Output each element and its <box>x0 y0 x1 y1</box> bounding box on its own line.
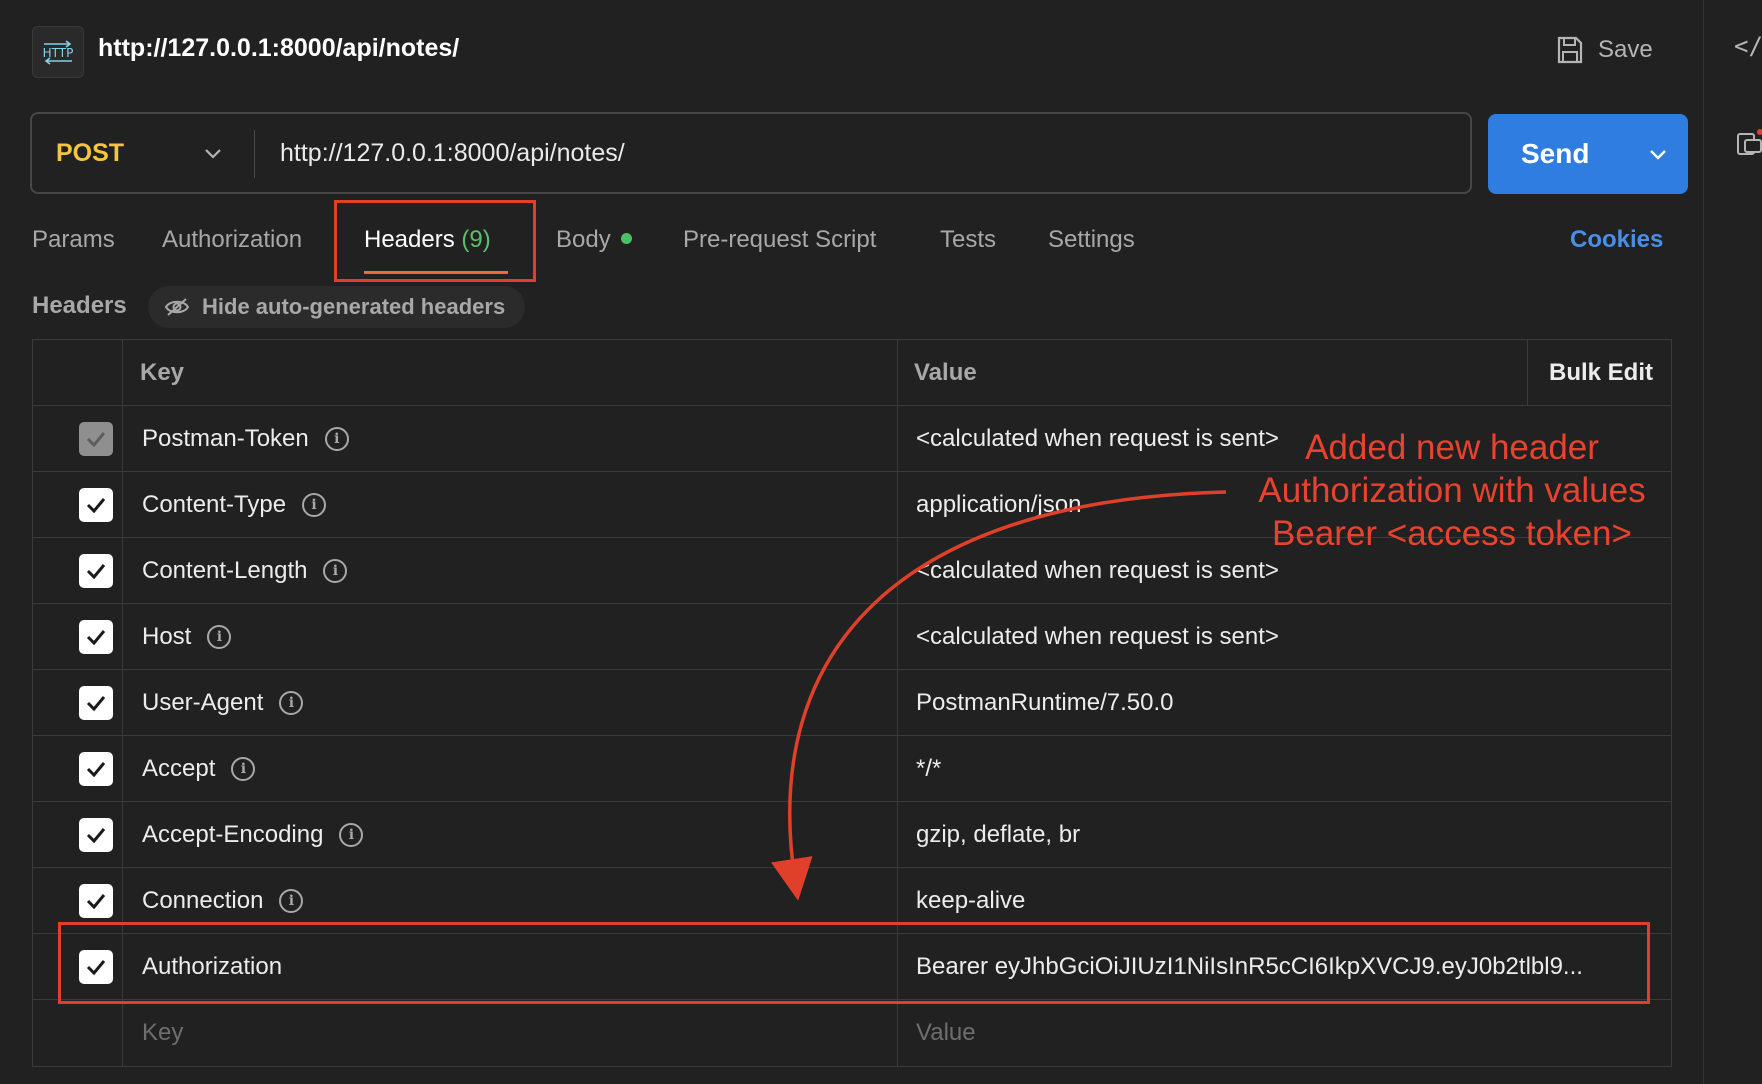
annotation-note: Added new header Authorization with valu… <box>1258 428 1646 553</box>
